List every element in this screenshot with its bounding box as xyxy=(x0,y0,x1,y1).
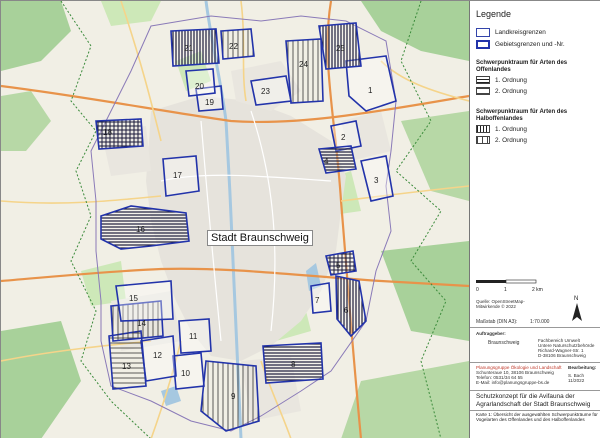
map-caption: Karte 1: Übersicht der ausgewählten Schw… xyxy=(476,412,598,423)
editor-date: 11/2022 xyxy=(568,378,585,383)
area-number-22[interactable]: 22 xyxy=(229,42,238,51)
open-2-label: 2. Ordnung xyxy=(495,87,527,95)
semi-1-swatch xyxy=(476,125,490,133)
legend-open-2: 2. Ordnung xyxy=(476,87,527,95)
client-label: Auftraggeber: xyxy=(476,331,506,336)
scale-start: 0 xyxy=(476,287,479,293)
divider-2 xyxy=(470,362,600,363)
scale-text: Maßstab (DIN A3): xyxy=(476,319,518,325)
area-number-2[interactable]: 2 xyxy=(341,133,346,142)
open-1-swatch xyxy=(476,76,490,84)
semi-open-heading: Schwerpunktraum für Arten des Halboffenl… xyxy=(476,109,568,122)
area-label: Gebietsgrenzen und -Nr. xyxy=(495,41,565,48)
legend-area: Gebietsgrenzen und -Nr. xyxy=(476,40,565,49)
area-number-5[interactable]: 5 xyxy=(336,261,341,270)
area-number-19[interactable]: 19 xyxy=(205,98,214,107)
client-logo: Braunschweig xyxy=(488,340,520,346)
city-label: Stadt Braunschweig xyxy=(207,230,313,246)
area-number-4[interactable]: 4 xyxy=(324,157,329,166)
area-number-11[interactable]: 11 xyxy=(189,332,198,341)
north-label: N xyxy=(574,296,578,302)
north-arrow-icon: N xyxy=(572,296,582,321)
divider-1 xyxy=(470,327,600,328)
semi-2-swatch xyxy=(476,136,490,144)
area-number-7[interactable]: 7 xyxy=(315,296,320,305)
legend-open-1: 1. Ordnung xyxy=(476,76,527,84)
area-number-17[interactable]: 17 xyxy=(173,171,182,180)
divider-4 xyxy=(470,410,600,411)
map-svg: 1 2 3 4 5 6 7 8 9 10 11 12 13 14 15 16 1… xyxy=(1,1,469,438)
area-number-23[interactable]: 23 xyxy=(261,87,270,96)
area-number-9[interactable]: 9 xyxy=(231,392,236,401)
area-number-14[interactable]: 14 xyxy=(137,319,146,328)
contractor-line-3: E-Mail: info@planungsgruppe-bs.de xyxy=(476,380,550,385)
semi-2-label: 2. Ordnung xyxy=(495,136,527,144)
client-addr2: D-38106 Braunschweig xyxy=(538,353,586,358)
area-number-10[interactable]: 10 xyxy=(181,369,190,378)
legend-semi-2: 2. Ordnung xyxy=(476,136,527,144)
area-number-1[interactable]: 1 xyxy=(368,86,373,95)
district-label: Landkreisgrenzen xyxy=(495,29,546,36)
area-number-25[interactable]: 25 xyxy=(336,44,345,53)
area-number-12[interactable]: 12 xyxy=(153,351,162,360)
open-2-swatch xyxy=(476,87,490,95)
scale-end: 2 km xyxy=(532,287,543,293)
district-swatch xyxy=(476,28,490,37)
area-swatch xyxy=(476,40,490,49)
area-number-21[interactable]: 21 xyxy=(184,44,193,53)
area-number-20[interactable]: 20 xyxy=(195,82,204,91)
project-title: Schutzkonzept für die Avifauna der Agrar… xyxy=(476,393,591,408)
editor-label: Bearbeitung: xyxy=(568,365,597,370)
scale-mid: 1 xyxy=(504,287,507,293)
scale-value: 1:70.000 xyxy=(530,319,550,325)
area-number-8[interactable]: 8 xyxy=(291,360,296,369)
area-number-24[interactable]: 24 xyxy=(299,60,308,69)
open-land-heading: Schwerpunktraum für Arten des Offenlande… xyxy=(476,60,568,73)
open-1-label: 1. Ordnung xyxy=(495,76,527,84)
area-number-6[interactable]: 6 xyxy=(344,306,349,315)
area-number-13[interactable]: 13 xyxy=(122,362,131,371)
area-number-3[interactable]: 3 xyxy=(374,176,379,185)
legend-title: Legende xyxy=(476,9,512,19)
area-number-16[interactable]: 16 xyxy=(136,225,145,234)
legend-semi-1: 1. Ordnung xyxy=(476,125,527,133)
area-number-15[interactable]: 15 xyxy=(129,294,138,303)
semi-1-label: 1. Ordnung xyxy=(495,125,527,133)
legend-panel: Legende Landkreisgrenzen Gebietsgrenzen … xyxy=(469,1,600,438)
area-number-18[interactable]: 18 xyxy=(103,128,112,137)
legend-district: Landkreisgrenzen xyxy=(476,28,546,37)
source-text: Quelle: OpenStreetMap-Mitwirkende © 2022 xyxy=(476,299,525,309)
map-sheet: 1 2 3 4 5 6 7 8 9 10 11 12 13 14 15 16 1… xyxy=(0,0,600,438)
scale-bar: 0 1 2 km xyxy=(476,279,543,293)
divider-3 xyxy=(470,390,600,391)
map-canvas[interactable]: 1 2 3 4 5 6 7 8 9 10 11 12 13 14 15 16 1… xyxy=(1,1,469,438)
